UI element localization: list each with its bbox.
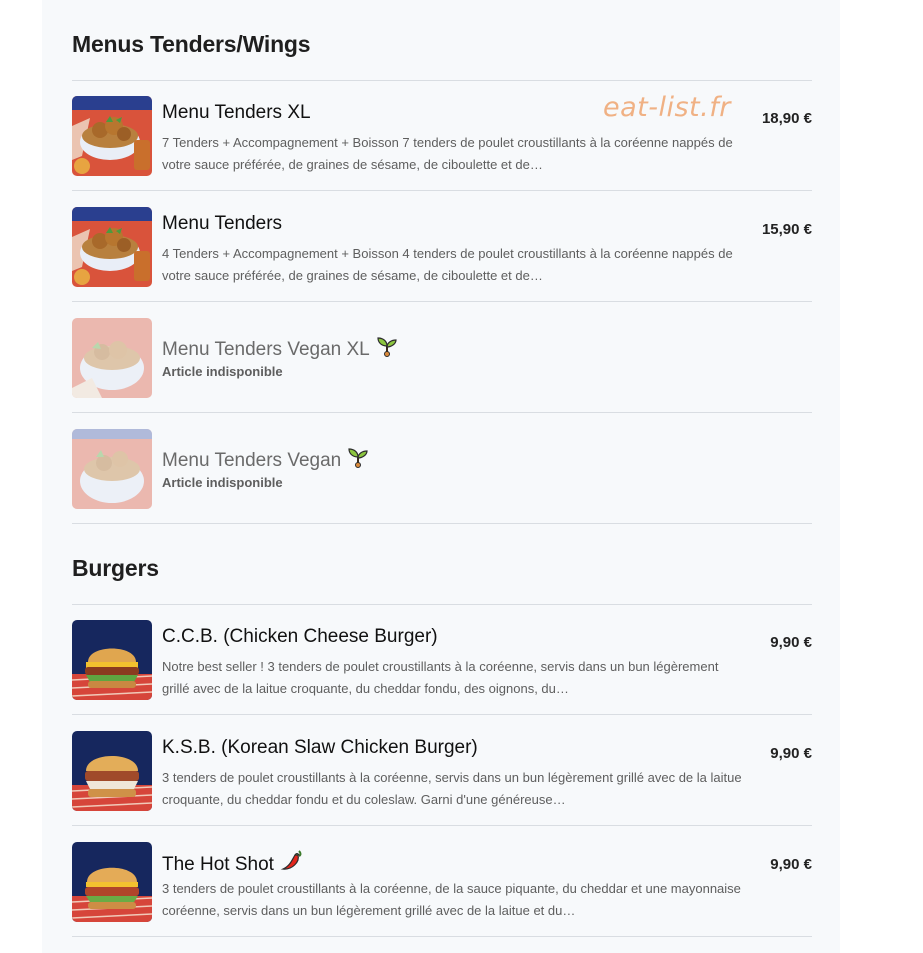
menu-item-hot-shot[interactable]: The Hot Shot 3 tenders de poulet crousti… [72,826,812,937]
item-description: 3 tenders de poulet croustillants à la c… [162,770,742,807]
menu-item-tenders-vegan-xl[interactable]: Menu Tenders Vegan XL Article indisponib… [72,302,812,413]
item-description: 7 Tenders + Accompagnement + Boisson 7 t… [162,135,733,172]
item-name: Menu Tenders Vegan XL [162,335,398,363]
menu-item-tenders-vegan[interactable]: Menu Tenders Vegan Article indisponible [72,413,812,524]
menu-item-tenders[interactable]: Menu Tenders 4 Tenders + Accompagnement … [72,191,812,302]
item-price: 9,90 € [770,856,812,873]
chili-pepper-icon [280,848,304,878]
item-image-tenders-bowl [72,96,152,176]
section-title-burgers: Burgers [72,555,159,581]
item-name: Menu Tenders [162,213,283,234]
item-name: Menu Tenders Vegan [162,446,369,474]
section-title-tenders: Menus Tenders/Wings [72,31,311,57]
item-name: The Hot Shot [162,848,304,878]
item-image-tenders-bowl [72,207,152,287]
seedling-icon [376,335,398,363]
item-description: 3 tenders de poulet croustillants à la c… [162,881,741,918]
item-price: 9,90 € [770,745,812,762]
item-status: Article indisponible [162,364,283,379]
item-image-burger [72,842,152,922]
item-description: Notre best seller ! 3 tenders de poulet … [162,659,719,696]
seedling-icon [347,446,369,474]
item-price: 15,90 € [761,221,812,238]
menu-item-ccb[interactable]: C.C.B. (Chicken Cheese Burger) Notre bes… [72,604,812,715]
menu-item-ksb[interactable]: K.S.B. (Korean Slaw Chicken Burger) 3 te… [72,715,812,826]
item-name: Menu Tenders XL [162,102,311,123]
item-image-vegan-bowl [72,429,152,509]
item-image-burger [72,731,152,811]
item-image-vegan-bowl [72,318,152,398]
item-name: C.C.B. (Chicken Cheese Burger) [162,626,438,647]
item-price: 18,90 € [761,110,812,127]
item-description: 4 Tenders + Accompagnement + Boisson 4 t… [162,246,733,283]
item-status: Article indisponible [162,475,283,490]
item-image-burger [72,620,152,700]
watermark-text: eat-list.fr [603,92,731,123]
item-name: K.S.B. (Korean Slaw Chicken Burger) [162,737,478,758]
item-price: 9,90 € [770,634,812,651]
